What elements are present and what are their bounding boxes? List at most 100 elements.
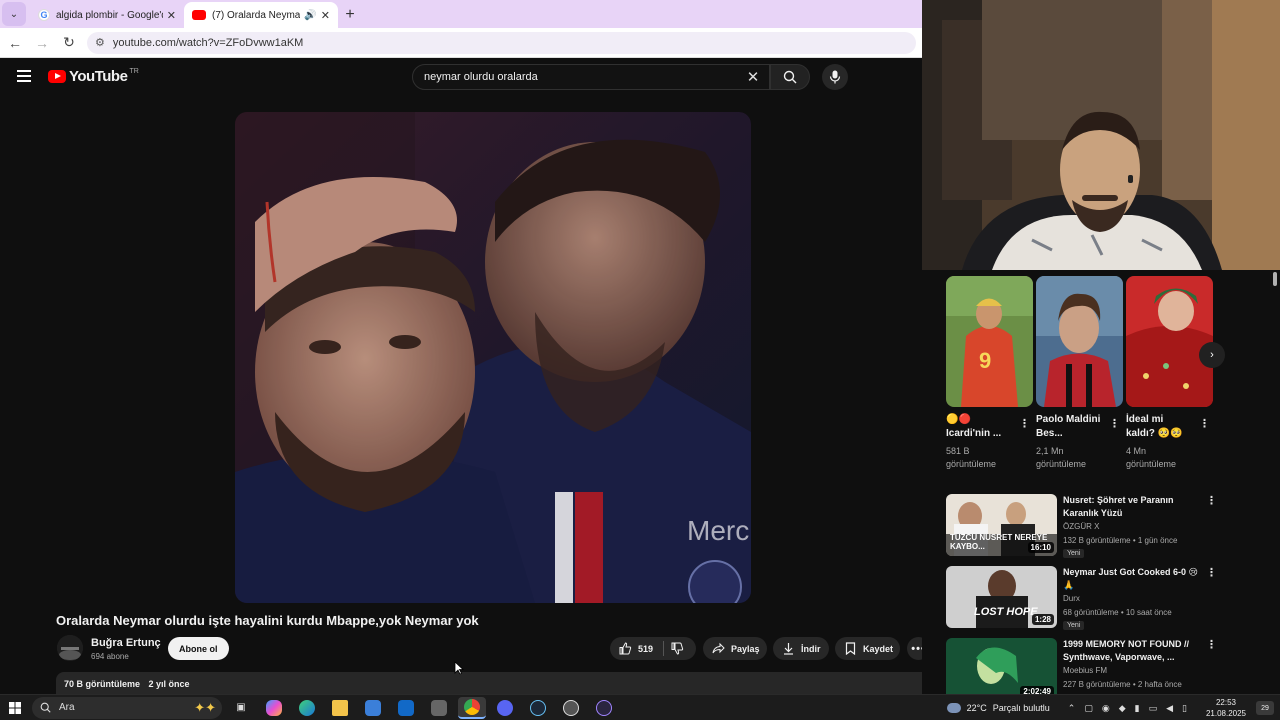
short-thumbnail[interactable] <box>1036 276 1123 407</box>
shorts-shelf: 9 🟡🔴 Icardi'nin ... 581 B görüntüleme ⋮ … <box>946 276 1214 469</box>
speaker-icon[interactable]: 🔊 <box>304 10 316 21</box>
video-thumbnail[interactable]: TUZCU NUSRET NEREYE KAYBO... 16:10 <box>946 494 1057 556</box>
more-vertical-icon[interactable]: ⋮ <box>1199 417 1210 430</box>
url-field[interactable]: ⚙ youtube.com/watch?v=ZFoDvww1aKM <box>87 31 916 54</box>
sparkle-icon: ✦✦ <box>194 699 216 715</box>
app-button[interactable] <box>557 697 585 719</box>
menu-icon[interactable] <box>17 70 31 85</box>
recommendation-title[interactable]: Neymar Just Got Cooked 6-0 😢🙏 <box>1063 566 1203 592</box>
recommendation-title[interactable]: Nusret: Şöhret ve Paranın Karanlık Yüzü <box>1063 494 1203 520</box>
microphone-icon[interactable]: ▮ <box>1135 703 1140 714</box>
arrow-left-icon: ← <box>8 34 22 51</box>
more-vertical-icon[interactable]: ⋮ <box>1206 638 1217 651</box>
more-vertical-icon[interactable]: ⋮ <box>1206 566 1217 579</box>
discord-button[interactable] <box>491 697 519 719</box>
recommendation-item[interactable]: TUZCU NUSRET NEREYE KAYBO... 16:10 Nusre… <box>946 494 1217 558</box>
video-player[interactable]: Merc <box>235 112 751 603</box>
taskbar-search[interactable]: Ara ✦✦ <box>32 696 222 719</box>
short-title[interactable]: 🟡🔴 Icardi'nin ... <box>946 413 1012 441</box>
chevron-right-icon: › <box>1210 349 1214 361</box>
tab-search-button[interactable]: ⌄ <box>2 2 26 26</box>
new-badge: Yeni <box>1063 621 1085 630</box>
video-thumbnail[interactable]: LOST HOPE 1:28 <box>946 566 1057 628</box>
recommendation-channel[interactable]: Moebius FM <box>1063 666 1107 675</box>
start-button[interactable] <box>0 701 30 714</box>
weather-widget[interactable]: 22°C Parçalı bulutlu <box>946 703 1050 713</box>
chrome-button[interactable] <box>458 696 486 719</box>
tray-app-icon[interactable]: ◆ <box>1119 703 1126 714</box>
store-button[interactable] <box>359 697 387 719</box>
short-thumbnail[interactable] <box>1126 276 1213 407</box>
search-button[interactable] <box>770 64 810 90</box>
download-button[interactable]: İndir <box>773 637 829 660</box>
video-title: Oralarda Neymar olurdu işte hayalini kur… <box>56 613 479 628</box>
file-explorer-button[interactable] <box>326 697 354 719</box>
copilot-button[interactable] <box>260 697 288 719</box>
more-vertical-icon[interactable]: ⋮ <box>1019 417 1030 430</box>
close-icon[interactable]: ✕ <box>167 9 176 22</box>
back-button[interactable]: ← <box>3 35 27 51</box>
thumbs-up-icon[interactable] <box>618 642 632 656</box>
more-vertical-icon[interactable]: ⋮ <box>1206 494 1217 507</box>
system-tray: 22°C Parçalı bulutlu ⌃ ▢ ◉ ◆ ▮ ▭ ◀ ▯ 22:… <box>946 695 1280 720</box>
shorts-next-button[interactable]: › <box>1199 342 1225 368</box>
taskbar-search-placeholder: Ara <box>59 702 75 713</box>
search-input[interactable]: neymar olurdu oralarda ✕ <box>412 64 770 90</box>
steam-button[interactable] <box>524 697 552 719</box>
recommendation-item[interactable]: 2:02:49 1999 MEMORY NOT FOUND // Synthwa… <box>946 638 1217 702</box>
app-icon <box>563 699 579 716</box>
more-vertical-icon[interactable]: ⋮ <box>1109 417 1120 430</box>
app-button[interactable] <box>590 697 618 719</box>
outlook-button[interactable] <box>392 697 420 719</box>
youtube-icon <box>192 10 206 20</box>
task-view-button[interactable]: ▣ <box>227 697 255 719</box>
short-title[interactable]: İdeal mi kaldı? 🥺🥺 <box>1126 413 1192 441</box>
tab-google-search[interactable]: G algida plombir - Google'da Ara ✕ <box>30 2 184 28</box>
tab-youtube-video[interactable]: (7) Oralarda Neymar olurdu 🔊 ✕ <box>184 2 338 28</box>
battery-icon[interactable]: ▯ <box>1182 703 1187 714</box>
tab-title: algida plombir - Google'da Ara <box>56 9 163 21</box>
google-icon: G <box>38 9 50 21</box>
arrow-right-icon: → <box>35 34 49 51</box>
edge-button[interactable] <box>293 697 321 719</box>
system-clock[interactable]: 22:53 21.08.2025 <box>1206 697 1246 719</box>
thumbnail-text: LOST HOPE <box>974 606 1038 618</box>
speaker-icon[interactable]: ◀ <box>1166 703 1173 714</box>
forward-button[interactable]: → <box>30 35 54 51</box>
description-box[interactable]: 70 B görüntüleme 2 yıl önce <box>56 672 930 696</box>
recommendation-meta: 132 B görüntüleme • 1 gün önce <box>1063 536 1178 545</box>
recommendation-title[interactable]: 1999 MEMORY NOT FOUND // Synthwave, Vapo… <box>1063 638 1203 664</box>
channel-name[interactable]: Buğra Ertunç <box>91 637 161 649</box>
channel-avatar[interactable] <box>57 635 83 661</box>
share-button[interactable]: Paylaş <box>703 637 767 660</box>
subscribe-button[interactable]: Abone ol <box>168 637 229 660</box>
avatar-image <box>57 635 83 661</box>
new-tab-button[interactable]: + <box>338 6 362 24</box>
close-icon[interactable]: ✕ <box>321 9 330 22</box>
microphone-icon <box>829 70 841 84</box>
recommendation-item[interactable]: LOST HOPE 1:28 Neymar Just Got Cooked 6-… <box>946 566 1217 630</box>
youtube-logo[interactable]: YouTube TR <box>48 68 139 85</box>
view-count: 70 B görüntüleme <box>64 679 141 689</box>
tray-app-icon[interactable]: ▢ <box>1084 703 1093 714</box>
clear-search-icon[interactable]: ✕ <box>741 68 765 86</box>
sidebar-scrollbar[interactable] <box>1273 272 1277 286</box>
reload-button[interactable]: ↻ <box>57 34 81 51</box>
site-info-icon[interactable]: ⚙ <box>95 36 105 49</box>
recommendation-channel[interactable]: Durx <box>1063 594 1080 603</box>
video-thumbnail[interactable]: 2:02:49 <box>946 638 1057 700</box>
app-button[interactable] <box>425 697 453 719</box>
recommendation-channel[interactable]: ÖZGÜR X <box>1063 522 1099 531</box>
short-title[interactable]: Paolo Maldini Bes... <box>1036 413 1102 441</box>
short-thumbnail[interactable]: 9 <box>946 276 1033 407</box>
like-count[interactable]: 519 <box>638 644 653 654</box>
windows-taskbar: Ara ✦✦ ▣ 22°C Parçalı bulutlu ⌃ ▢ ◉ ◆ ▮ … <box>0 694 1280 720</box>
notification-button[interactable]: 29 <box>1256 701 1274 715</box>
voice-search-button[interactable] <box>822 64 848 90</box>
url-text: youtube.com/watch?v=ZFoDvww1aKM <box>112 36 304 49</box>
save-button[interactable]: Kaydet <box>835 637 900 660</box>
thumbs-down-icon[interactable] <box>670 642 684 656</box>
tray-app-icon[interactable]: ◉ <box>1102 703 1110 714</box>
chevron-up-icon[interactable]: ⌃ <box>1068 703 1076 714</box>
network-icon[interactable]: ▭ <box>1149 703 1158 714</box>
